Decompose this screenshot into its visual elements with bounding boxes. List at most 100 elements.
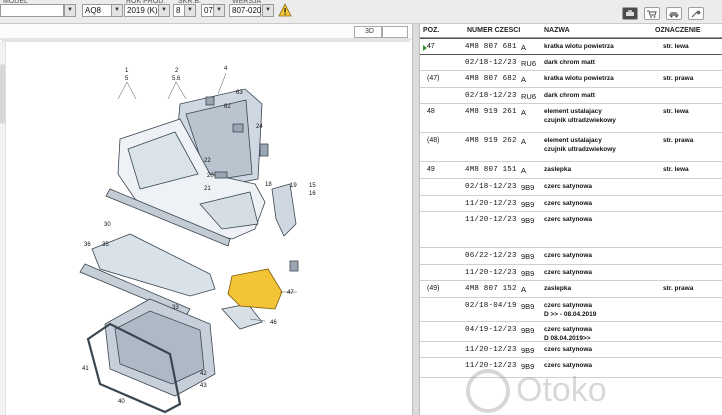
cell-part-number: 02/18-12/23 [465, 59, 517, 67]
chevron-down-icon[interactable]: ▼ [158, 4, 170, 17]
cart-icon [647, 10, 657, 18]
callout: 19 [290, 183, 297, 189]
car-button[interactable] [666, 7, 682, 20]
cell-designation: str. lewa [663, 43, 689, 50]
cell-designation: str. prawa [663, 137, 694, 144]
wrench-icon [691, 10, 701, 18]
table-row[interactable]: 11/20-12/23 9B9 czerc satynowa [420, 196, 722, 212]
chevron-down-icon[interactable]: ▼ [64, 4, 76, 17]
table-row[interactable]: 02/18-12/23 9B9 czerc satynowa [420, 179, 722, 196]
chevron-down-icon[interactable]: ▼ [111, 4, 123, 17]
side-bracket-part [271, 183, 297, 237]
callout: 18 [265, 182, 272, 188]
cell-name: element ustalajacy [544, 108, 602, 115]
table-row[interactable]: 02/18-12/23 RU6 dark chrom matt [420, 88, 722, 104]
cell-suffix: A [521, 75, 527, 84]
parts-table: POZ. NUMER CZESCI NAZWA OZNACZENIE 47 4M8… [420, 24, 722, 415]
callout: 41 [82, 366, 89, 372]
table-row[interactable]: 11/20-12/23 9B9 czerc satynowa [420, 265, 722, 281]
callout: 2 [175, 68, 179, 74]
bumper-parts-drawing[interactable]: 1 5 2 5.6 4 63 62 24 22 20 21 18 15 16 1… [0, 24, 415, 415]
cell-part-number: 11/20-12/23 [465, 216, 517, 224]
table-row[interactable]: 47 4M8 807 681 Akratka wlotu powietrza str.… [420, 38, 722, 55]
callout: 15 [309, 183, 316, 189]
lower-air-guide-part [91, 233, 216, 297]
table-body: 47 4M8 807 681 Akratka wlotu powietrza str.… [420, 38, 722, 378]
brand-select[interactable] [0, 4, 64, 17]
cell-suffix: 9B9 [521, 362, 535, 371]
callout: 36 [84, 242, 91, 248]
col-designation: OZNACZENIE [655, 27, 701, 34]
cell-suffix: RU6 [521, 59, 537, 68]
chevron-down-icon[interactable]: ▼ [184, 4, 196, 17]
table-row[interactable]: 11/20-12/23 9B9 czerc satynowa [420, 342, 722, 358]
tools-button[interactable] [688, 7, 704, 20]
cell-suffix: 9B9 [521, 216, 535, 225]
table-row[interactable]: 04/19-12/23 9B9 czerc satynowa D 08.04.2019… [420, 322, 722, 342]
cell-suffix: A [521, 285, 527, 294]
table-row[interactable]: 11/20-12/23 9B9 czerc satynowa [420, 212, 722, 248]
col-pos: POZ. [423, 27, 440, 34]
cell-name: czerc satynowa [544, 362, 593, 369]
callout: 42 [200, 371, 207, 377]
cell-name: czerc satynowa [544, 302, 593, 309]
callout: 33 [172, 305, 179, 311]
cell-designation: str. lewa [663, 166, 689, 173]
table-row[interactable]: 06/22-12/23 9B9 czerc satynowa [420, 248, 722, 265]
callout: 22 [204, 158, 211, 164]
cell-name: element ustalajacy [544, 137, 602, 144]
callout: 4 [224, 66, 228, 72]
printer-icon [626, 10, 634, 16]
callout: 35 [102, 242, 109, 248]
version-select[interactable]: 807-020 [229, 4, 261, 17]
cell-suffix: A [521, 166, 527, 175]
panel-splitter[interactable] [412, 24, 420, 415]
table-row[interactable]: 49 4M8 807 151 Azaslepka str. lewa [420, 162, 722, 179]
callout: 5 [125, 76, 129, 82]
cell-part-number: 02/18-12/23 [465, 183, 517, 191]
col-name: NAZWA [544, 27, 570, 34]
callout: 47 [287, 290, 294, 296]
cell-name: czerc satynowa [544, 326, 593, 333]
table-header: POZ. NUMER CZESCI NAZWA OZNACZENIE [420, 24, 722, 38]
cell-part-number: 4M8 807 152 [465, 285, 517, 293]
cell-suffix: A [521, 137, 527, 146]
cell-suffix: RU6 [521, 92, 537, 101]
table-row[interactable]: (49) 4M8 807 152 Azaslepka str. prawa [420, 281, 722, 298]
cell-name: kratka wlotu powietrza [544, 75, 614, 82]
warning-triangle-icon[interactable] [278, 3, 292, 17]
table-row[interactable]: 02/18-12/23 RU6 dark chrom matt [420, 55, 722, 71]
callout: 16 [309, 191, 316, 197]
table-row[interactable]: (48) 4M8 919 262 Aelement ustalajacy str. p… [420, 133, 722, 162]
cell-part-number: 4M8 807 151 [465, 166, 517, 174]
cell-part-number: 11/20-12/23 [465, 200, 517, 208]
cell-suffix: 9B9 [521, 200, 535, 209]
callout: 63 [236, 90, 243, 96]
table-row[interactable]: 48 4M8 919 261 Aelement ustalajacy str. lew… [420, 104, 722, 133]
callout: 24 [256, 124, 263, 130]
cell-designation: str. prawa [663, 285, 694, 292]
cart-button[interactable] [644, 7, 660, 20]
callout: 1 [125, 68, 129, 74]
cell-suffix: 9B9 [521, 346, 535, 355]
chevron-down-icon[interactable]: ▼ [213, 4, 225, 17]
vent-grille-47-part [227, 268, 283, 310]
cell-part-number: 4M8 807 681 [465, 43, 517, 51]
cell-name-note: czujnik ultradzwiekowy [544, 117, 616, 124]
cell-part-number: 02/18-04/19 [465, 302, 517, 310]
chevron-down-icon[interactable]: ▼ [262, 4, 274, 17]
print-button[interactable] [622, 7, 638, 20]
cell-name: czerc satynowa [544, 269, 593, 276]
cell-name-note: D >> - 08.04.2019 [544, 311, 597, 318]
table-row[interactable]: (47) 4M8 807 682 Akratka wlotu powietrza st… [420, 71, 722, 88]
cell-name: dark chrom matt [544, 92, 595, 99]
table-row[interactable]: 11/20-12/23 9B9 czerc satynowa [420, 358, 722, 378]
callout: 40 [118, 399, 125, 405]
cell-part-number: 4M8 919 261 [465, 108, 517, 116]
cell-part-number: 11/20-12/23 [465, 362, 517, 370]
cell-suffix: 9B9 [521, 326, 535, 335]
table-row[interactable]: 02/18-04/19 9B9 czerc satynowa D >> - 08.04… [420, 298, 722, 322]
cell-designation: str. prawa [663, 75, 694, 82]
cell-pos: (47) [427, 75, 440, 82]
cell-designation: str. lewa [663, 108, 689, 115]
